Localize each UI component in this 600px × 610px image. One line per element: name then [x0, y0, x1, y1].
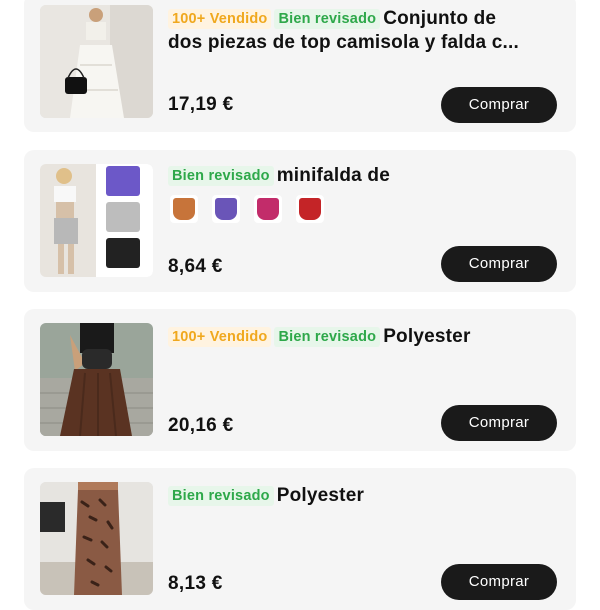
- product-title[interactable]: 100+ Vendido Bien revisado Polyester: [168, 325, 556, 349]
- sold-badge: 100+ Vendido: [168, 9, 272, 29]
- product-title-line1: Conjunto de: [383, 8, 497, 29]
- buy-button[interactable]: Comprar: [441, 87, 557, 123]
- product-title-line1: minifalda de: [276, 165, 390, 186]
- orange-swatch[interactable]: [170, 195, 198, 223]
- product-price: 8,13 €: [168, 573, 223, 594]
- product-title[interactable]: Bien revisado minifalda de: [168, 164, 556, 188]
- product-image[interactable]: [40, 323, 153, 436]
- sold-badge: 100+ Vendido: [168, 327, 272, 347]
- reviewed-badge: Bien revisado: [274, 9, 381, 29]
- product-card[interactable]: 100+ Vendido Bien revisado Conjunto de dos…: [24, 0, 576, 132]
- reviewed-badge: Bien revisado: [168, 166, 274, 186]
- red-swatch[interactable]: [296, 195, 324, 223]
- buy-button[interactable]: Comprar: [441, 564, 557, 600]
- product-title[interactable]: 100+ Vendido Bien revisado Conjunto de dos…: [168, 7, 556, 55]
- product-card[interactable]: Bien revisado minifalda de 8,64 € Comprar: [24, 150, 576, 292]
- product-card[interactable]: Bien revisado Polyester 8,13 € Comprar: [24, 468, 576, 610]
- buy-button[interactable]: Comprar: [441, 246, 557, 282]
- product-title-line1: Polyester: [276, 485, 365, 506]
- product-price: 8,64 €: [168, 256, 223, 277]
- product-image[interactable]: [40, 482, 153, 595]
- product-card[interactable]: 100+ Vendido Bien revisado Polyester 20,16…: [24, 309, 576, 451]
- product-price: 17,19 €: [168, 94, 234, 115]
- product-price: 20,16 €: [168, 415, 234, 436]
- product-title-line2: dos piezas de top camisola y falda c...: [168, 32, 519, 53]
- purple-swatch[interactable]: [212, 195, 240, 223]
- color-swatches: [170, 195, 324, 223]
- product-title[interactable]: Bien revisado Polyester: [168, 484, 556, 508]
- product-image[interactable]: [40, 164, 153, 277]
- pink-swatch[interactable]: [254, 195, 282, 223]
- reviewed-badge: Bien revisado: [274, 327, 381, 347]
- product-image[interactable]: [40, 5, 153, 118]
- reviewed-badge: Bien revisado: [168, 486, 274, 506]
- buy-button[interactable]: Comprar: [441, 405, 557, 441]
- product-title-line1: Polyester: [383, 326, 471, 347]
